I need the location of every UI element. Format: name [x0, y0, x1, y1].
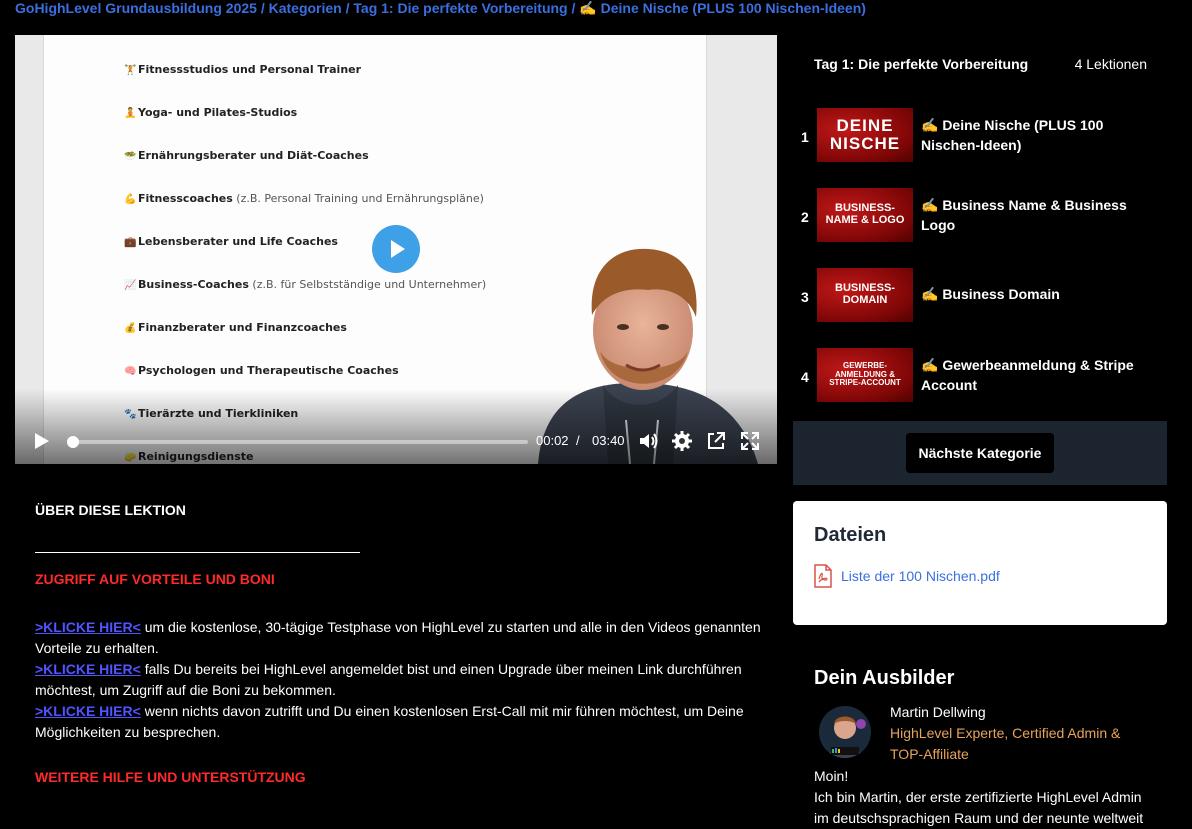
slide-niche-label: Ernährungsberater und Diät-Coaches [138, 149, 369, 162]
section-heading-benefits: ZUGRIFF AUF VORTEILE UND BONI [35, 571, 275, 587]
slide-niche-item: 💰 Finanzberater und Finanzcoaches [124, 321, 347, 334]
breadcrumb-course-link[interactable]: GoHighLevel Grundausbildung 2025 [15, 0, 257, 16]
slide-niche-emoji: 🥗 [124, 151, 137, 162]
files-card: Dateien Liste der 100 Nischen.pdf [793, 501, 1167, 625]
slide-niche-emoji: 💰 [124, 323, 137, 334]
slide-niche-note: (z.B. für Selbstständige und Unternehmer… [248, 278, 487, 291]
slide-niche-item: 💪 Fitnesscoaches (z.B. Personal Training … [124, 192, 484, 205]
file-name: Liste der 100 Nischen.pdf [841, 568, 1000, 584]
breadcrumb-separator: / [256, 0, 269, 16]
files-heading: Dateien [814, 524, 887, 546]
slide-niche-note: (z.B. Personal Training und Ernährungspl… [232, 192, 484, 205]
lesson-title: ✍️ Business Name & Business Logo [921, 197, 1127, 233]
breadcrumb-separator: / [567, 0, 580, 16]
benefit-paragraph: >KLICKE HIER< falls Du bereits bei HighL… [35, 659, 765, 701]
instructor-bio: Moin! Ich bin Martin, der erste zertifiz… [814, 766, 1154, 829]
slide-niche-emoji: 💼 [124, 237, 137, 248]
chapter-lesson-list: Tag 1: Die perfekte Vorbereitung 4 Lekti… [793, 35, 1167, 420]
slide-niche-item: 🏋️ Fitnessstudios und Personal Trainer [124, 63, 361, 76]
lesson-description: ÜBER DIESE LEKTION ZUGRIFF AUF VORTEILE … [35, 500, 765, 788]
lesson-title: ✍️ Gewerbeanmeldung & Stripe Account [921, 357, 1134, 393]
benefit-paragraph: >KLICKE HIER< um die kostenlose, 30-tägi… [35, 617, 765, 659]
slide-niche-label: Lebensberater und Life Coaches [138, 235, 338, 248]
slide-niche-label: Fitnessstudios und Personal Trainer [138, 63, 362, 76]
lesson-thumbnail: DEINE NISCHE [817, 108, 913, 162]
lesson-item[interactable]: 4 GEWERBE- ANMELDUNG & STRIPE-ACCOUNT ✍️… [793, 348, 1167, 408]
instructor-name: Martin Dellwing [890, 704, 986, 720]
breadcrumb-chapter-link[interactable]: Tag 1: Die perfekte Vorbereitung [353, 0, 567, 16]
time-separator: / [576, 433, 580, 448]
lesson-thumbnail: GEWERBE- ANMELDUNG & STRIPE-ACCOUNT [817, 348, 913, 402]
chapter-title: Tag 1: Die perfekte Vorbereitung [814, 56, 1029, 72]
slide-niche-label: Psychologen und Therapeutische Coaches [138, 364, 399, 377]
benefit-paragraph: >KLICKE HIER< wenn nichts davon zutrifft… [35, 701, 765, 743]
lesson-item[interactable]: 3 BUSINESS- DOMAIN ✍️ Business Domain [793, 268, 1167, 328]
duration: 03:40 [592, 433, 625, 448]
slide-niche-item: 💼 Lebensberater und Life Coaches [124, 235, 338, 248]
big-play-button[interactable] [372, 225, 420, 273]
instructor-bio-greeting: Moin! [814, 768, 849, 784]
slide-niche-label: Finanzberater und Finanzcoaches [138, 321, 347, 334]
slide-niche-item: 📈 Business-Coaches (z.B. für Selbstständi… [124, 278, 486, 291]
lesson-thumbnail: BUSINESS- NAME & LOGO [817, 188, 913, 242]
lesson-number: 3 [801, 289, 809, 305]
description-heading: ÜBER DIESE LEKTION [35, 502, 186, 518]
divider [35, 552, 360, 553]
trial-link[interactable]: >KLICKE HIER< [35, 619, 141, 635]
fullscreen-icon[interactable] [739, 430, 761, 452]
section-heading-help: WEITERE HILFE UND UNTERSTÜTZUNG [35, 769, 306, 785]
breadcrumb-current-lesson: ✍️ Deine Nische (PLUS 100 Nischen-Ideen) [579, 0, 866, 16]
lesson-item[interactable]: 2 BUSINESS- NAME & LOGO ✍️ Business Name… [793, 188, 1167, 248]
slide-niche-emoji: 🧘 [124, 108, 137, 119]
lesson-item[interactable]: 1 DEINE NISCHE ✍️ Deine Nische (PLUS 100… [793, 108, 1167, 168]
benefit-text: wenn nichts davon zutrifft und Du einen … [35, 703, 744, 740]
breadcrumb-separator: / [341, 0, 354, 16]
slide-niche-label: Fitnesscoaches [138, 192, 233, 205]
instructor-bio-text: Ich bin Martin, der erste zertifizierte … [814, 789, 1144, 826]
instructor-section: Dein Ausbilder Martin Dellwing HighLevel… [793, 660, 1167, 826]
slide-niche-emoji: 📈 [124, 280, 137, 291]
slide-niche-emoji: 💪 [124, 194, 137, 205]
video-progress-bar[interactable] [67, 436, 528, 448]
next-category-bar: Nächste Kategorie [793, 421, 1167, 485]
breadcrumb-categories-link[interactable]: Kategorien [269, 0, 342, 16]
pdf-file-icon [814, 564, 832, 588]
slide-niche-item: 🧘 Yoga- und Pilates-Studios [124, 106, 297, 119]
benefit-text: falls Du bereits bei HighLevel angemelde… [35, 661, 742, 698]
call-link[interactable]: >KLICKE HIER< [35, 703, 141, 719]
current-time: 00:02 [536, 433, 569, 448]
benefit-text: um die kostenlose, 30-tägige Testphase v… [35, 619, 761, 656]
volume-icon[interactable] [637, 430, 659, 452]
progress-handle[interactable] [67, 436, 79, 448]
file-download-link[interactable]: Liste der 100 Nischen.pdf [813, 564, 1000, 588]
lesson-title: ✍️ Deine Nische (PLUS 100 Nischen-Ideen) [921, 117, 1104, 153]
lesson-number: 4 [801, 369, 809, 385]
instructor-avatar [819, 706, 871, 758]
lesson-thumbnail: BUSINESS- DOMAIN [817, 268, 913, 322]
lesson-number: 2 [801, 209, 809, 225]
instructor-role: HighLevel Experte, Certified Admin & TOP… [890, 725, 1121, 762]
video-player[interactable]: 🏋️ Fitnessstudios und Personal Trainer 🧘 Yo… [15, 35, 777, 464]
next-category-button[interactable]: Nächste Kategorie [906, 433, 1054, 473]
slide-niche-item: 🥗 Ernährungsberater und Diät-Coaches [124, 149, 369, 162]
upgrade-link[interactable]: >KLICKE HIER< [35, 661, 141, 677]
slide-niche-label: Business-Coaches [138, 278, 249, 291]
settings-gear-icon[interactable] [671, 430, 693, 452]
popout-icon[interactable] [705, 430, 727, 452]
lesson-number: 1 [801, 129, 809, 145]
instructor-heading: Dein Ausbilder [814, 667, 955, 689]
play-icon[interactable] [33, 432, 49, 450]
lesson-title: ✍️ Business Domain [921, 286, 1060, 302]
breadcrumb: GoHighLevel Grundausbildung 2025 / Kateg… [15, 0, 866, 18]
video-controls: 00:02 / 03:40 [15, 389, 777, 464]
lesson-count: 4 Lektionen [1074, 56, 1147, 72]
slide-niche-emoji: 🧠 [124, 366, 137, 377]
slide-niche-item: 🧠 Psychologen und Therapeutische Coaches [124, 364, 399, 377]
slide-niche-emoji: 🏋️ [124, 65, 137, 76]
slide-niche-label: Yoga- und Pilates-Studios [138, 106, 298, 119]
